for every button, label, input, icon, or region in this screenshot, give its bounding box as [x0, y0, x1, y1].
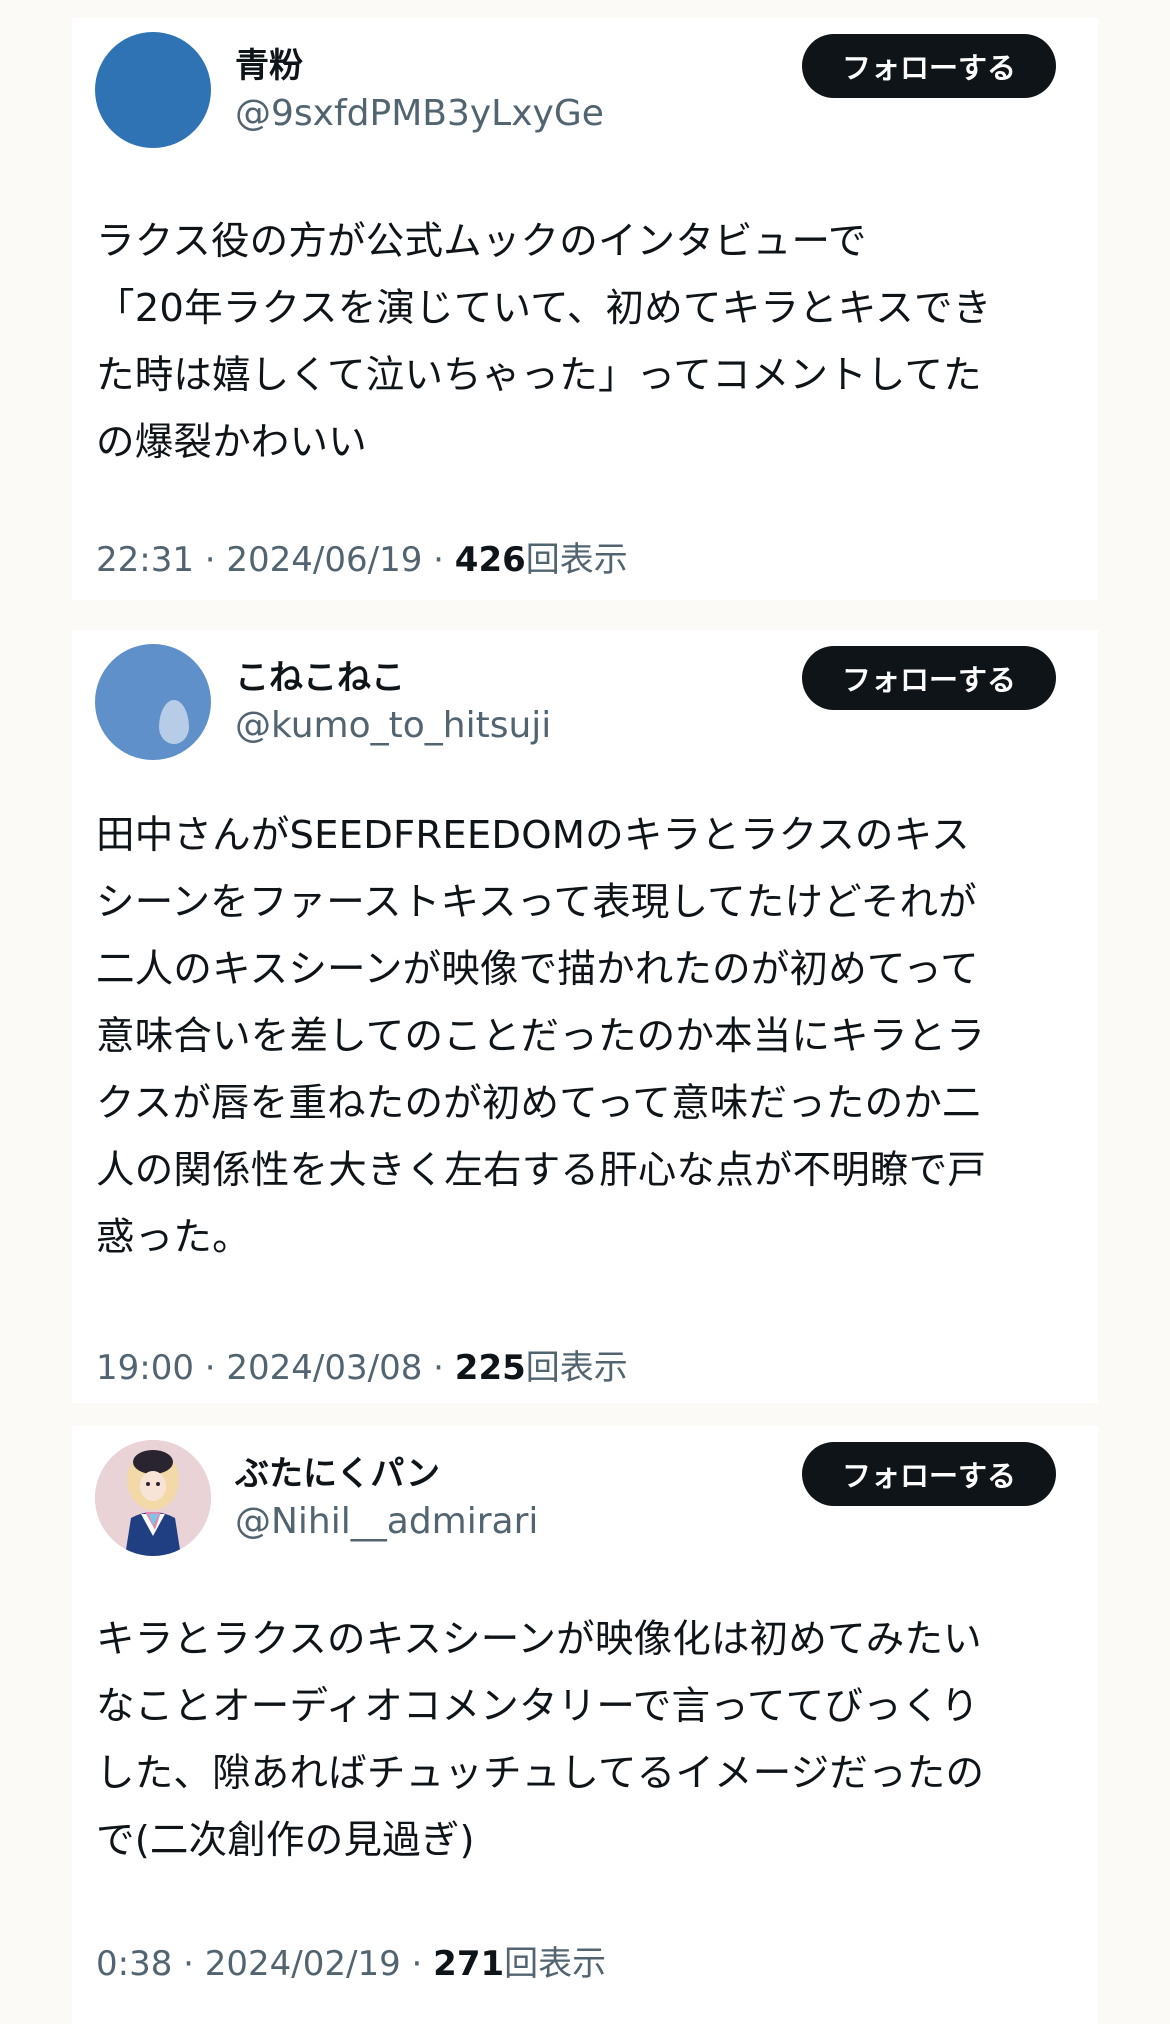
avatar[interactable] — [95, 32, 211, 148]
display-name[interactable]: 青粉 — [235, 44, 303, 88]
post-text: キラとラクスのキスシーンが映像化は初めてみたい なことオーディオコメンタリーで言… — [96, 1617, 985, 1863]
timestamp[interactable]: 19:00 · 2024/03/08 · — [96, 1348, 455, 1388]
post-card[interactable]: ぶたにくパン @Nihil__admirari フォローする キラとラクスのキス… — [72, 1426, 1098, 2024]
view-count-label: 回表示 — [525, 1348, 628, 1388]
post-meta: 22:31 · 2024/06/19 · 426回表示 — [96, 538, 628, 582]
follow-button[interactable]: フォローする — [802, 646, 1056, 710]
avatar[interactable] — [95, 1440, 211, 1556]
illustrated-person-icon — [95, 1440, 211, 1556]
follow-button[interactable]: フォローする — [802, 34, 1056, 98]
avatar[interactable] — [95, 644, 211, 760]
view-count: 426 — [454, 540, 526, 580]
display-name[interactable]: ぶたにくパン — [235, 1452, 440, 1496]
view-count-label: 回表示 — [525, 540, 628, 580]
timestamp[interactable]: 0:38 · 2024/02/19 · — [96, 1944, 433, 1984]
post-text: ラクス役の方が公式ムックのインタビューで 「20年ラクスを演じていて、初めてキラ… — [96, 219, 992, 465]
post-meta: 0:38 · 2024/02/19 · 271回表示 — [96, 1942, 606, 1986]
post-meta: 19:00 · 2024/03/08 · 225回表示 — [96, 1346, 628, 1390]
user-handle[interactable]: @Nihil__admirari — [235, 1500, 538, 1544]
post-card[interactable]: 青粉 @9sxfdPMB3yLxyGe フォローする ラクス役の方が公式ムックの… — [72, 18, 1098, 600]
timestamp[interactable]: 22:31 · 2024/06/19 · — [96, 540, 455, 580]
display-name[interactable]: こねこねこ — [235, 656, 405, 700]
user-handle[interactable]: @9sxfdPMB3yLxyGe — [235, 92, 604, 136]
follow-button[interactable]: フォローする — [802, 1442, 1056, 1506]
view-count-label: 回表示 — [504, 1944, 607, 1984]
water-drop-icon — [159, 700, 189, 744]
post-card[interactable]: こねこねこ @kumo_to_hitsuji フォローする 田中さんがSEEDF… — [72, 630, 1098, 1403]
post-text: 田中さんがSEEDFREEDOMのキラとラクスのキス シーンをファーストキスって… — [96, 813, 987, 1260]
view-count: 225 — [454, 1348, 526, 1388]
user-handle[interactable]: @kumo_to_hitsuji — [235, 704, 551, 748]
view-count: 271 — [433, 1944, 505, 1984]
